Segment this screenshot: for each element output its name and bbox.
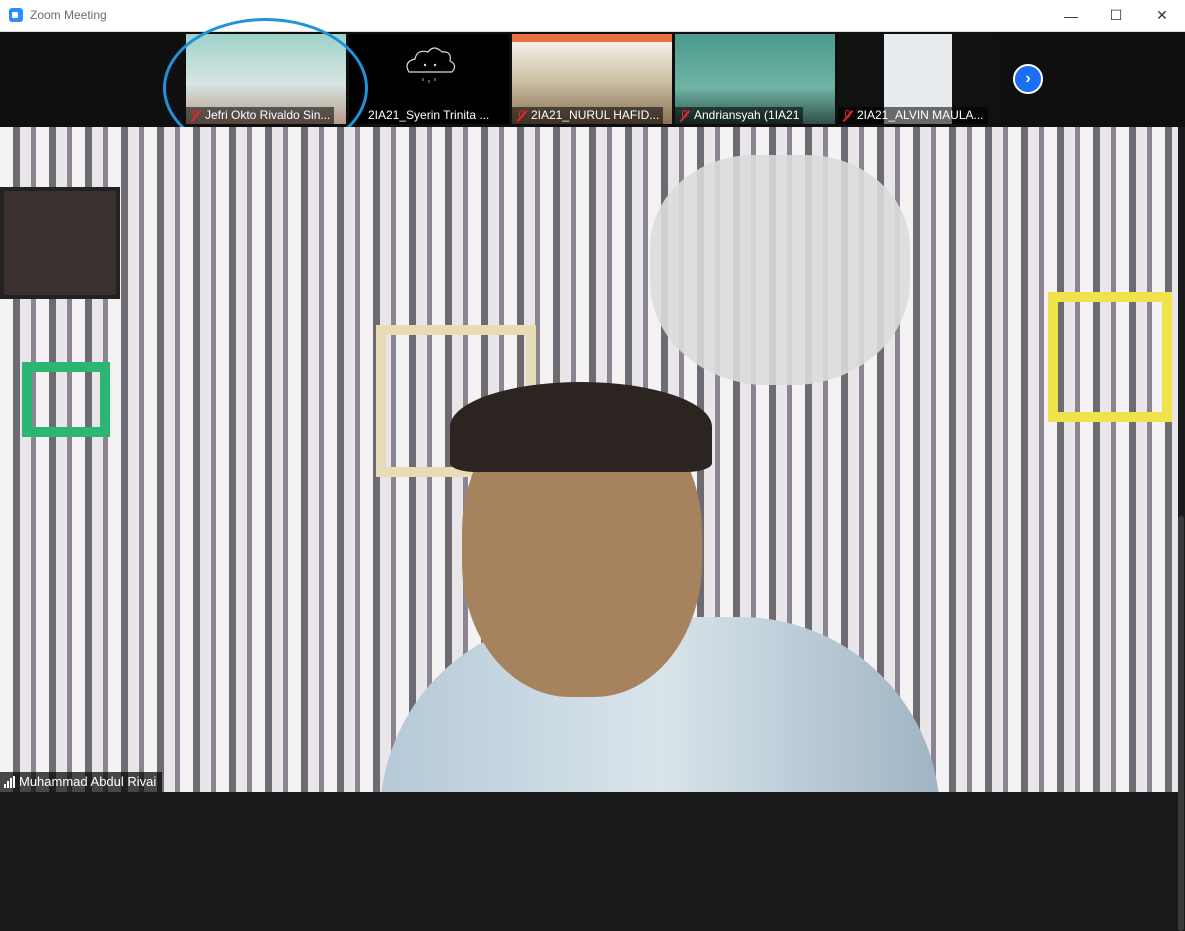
participant-label: 2IA21_NURUL HAFID... xyxy=(512,107,664,124)
maximize-button[interactable]: ☐ xyxy=(1093,0,1139,31)
participant-name: Jefri Okto Rivaldo Sin... xyxy=(205,108,331,122)
participant-name: Andriansyah (1IA21 xyxy=(694,108,800,122)
participant-label: 2IA21_Syerin Trinita ... xyxy=(349,107,494,124)
participant-tile[interactable]: Jefri Okto Rivaldo Sin... xyxy=(186,34,346,124)
participant-label: Andriansyah (1IA21 xyxy=(675,107,804,124)
participant-label: 2IA21_ALVIN MAULA... xyxy=(838,107,988,124)
chevron-right-icon: › xyxy=(1025,70,1031,87)
active-speaker-video[interactable]: Muhammad Abdul Rivai xyxy=(0,127,1178,792)
speaker-label: Muhammad Abdul Rivai xyxy=(0,772,163,792)
microphone-muted-icon xyxy=(679,109,690,122)
wall-shelf xyxy=(1048,292,1172,422)
microphone-muted-icon xyxy=(516,109,527,122)
participant-name: 2IA21_ALVIN MAULA... xyxy=(857,108,984,122)
participant-name: 2IA21_Syerin Trinita ... xyxy=(368,108,490,122)
window-title: Zoom Meeting xyxy=(30,8,107,22)
wall-frame xyxy=(0,187,120,299)
next-page-button[interactable]: › xyxy=(1013,64,1043,94)
cloud-avatar-icon xyxy=(406,47,456,83)
speaker-hair xyxy=(450,382,712,472)
microphone-muted-icon xyxy=(190,109,201,122)
connection-signal-icon xyxy=(4,776,15,788)
close-button[interactable]: ✕ xyxy=(1139,0,1185,31)
participant-name: 2IA21_NURUL HAFID... xyxy=(531,108,660,122)
meeting-area-bottom xyxy=(0,792,1178,931)
participant-strip: Jefri Okto Rivaldo Sin... 2IA21_Syerin T… xyxy=(0,32,1185,127)
wall-shelf xyxy=(22,362,110,437)
minimize-button[interactable]: — xyxy=(1048,0,1094,31)
participant-tile[interactable]: 2IA21_Syerin Trinita ... xyxy=(349,34,509,124)
participant-tile[interactable]: 2IA21_ALVIN MAULA... xyxy=(838,34,998,124)
title-bar: Zoom Meeting — ☐ ✕ xyxy=(0,0,1185,32)
speaker-name: Muhammad Abdul Rivai xyxy=(19,774,157,789)
participant-tile[interactable]: Andriansyah (1IA21 xyxy=(675,34,835,124)
scrollbar-thumb[interactable] xyxy=(1178,516,1184,931)
university-logo xyxy=(650,155,910,385)
participant-label: Jefri Okto Rivaldo Sin... xyxy=(186,107,335,124)
microphone-muted-icon xyxy=(842,109,853,122)
participant-tile[interactable]: 2IA21_NURUL HAFID... xyxy=(512,34,672,124)
zoom-camera-icon xyxy=(9,8,23,22)
